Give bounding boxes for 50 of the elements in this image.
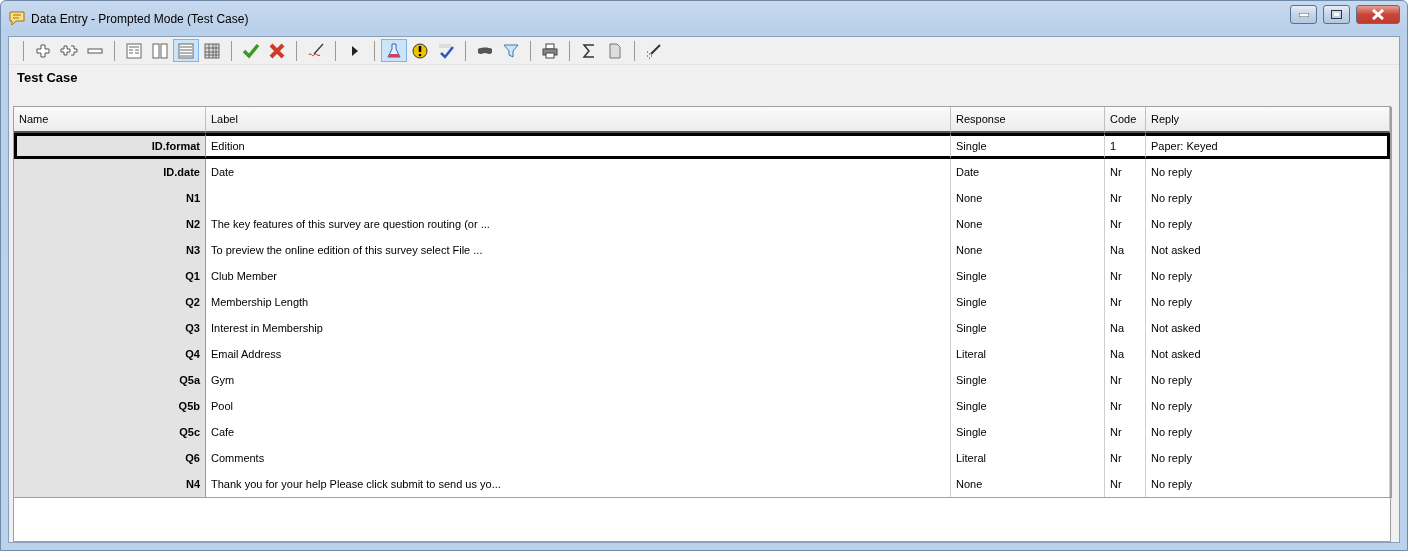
row-name-cell: N3 [14, 237, 206, 263]
filter-icon [502, 41, 520, 60]
row-name-cell: Q6 [14, 445, 206, 471]
plus-icon [34, 41, 52, 60]
form-icon [125, 41, 143, 60]
window-title: Data Entry - Prompted Mode (Test Case) [31, 11, 250, 26]
spellcheck-icon [437, 41, 455, 60]
row-name-cell: Q5a [14, 367, 206, 393]
row-name-cell: N4 [14, 471, 206, 497]
row-name-cell: Q2 [14, 289, 206, 315]
list-icon [177, 41, 195, 60]
column-header[interactable]: Label [206, 107, 951, 133]
row-name-cell: ID.format [14, 133, 206, 159]
check-icon [242, 41, 260, 60]
speech-bubble-icon [9, 11, 25, 26]
case-heading: Test Case [16, 69, 79, 87]
maximize-button[interactable] [1323, 5, 1350, 24]
table-cell: Edition [206, 133, 951, 159]
grid-icon [203, 41, 221, 60]
list-button[interactable] [173, 39, 199, 62]
table-cell: Single [951, 133, 1105, 159]
row-name-cell: Q1 [14, 263, 206, 289]
flask-icon [385, 41, 403, 60]
document-icon [606, 41, 624, 60]
minimize-button[interactable] [1290, 5, 1317, 24]
row-name-cell: ID.date [14, 159, 206, 185]
row-name-cell: N2 [14, 211, 206, 237]
two-panel-icon [151, 41, 169, 60]
row-name-cell: N1 [14, 185, 206, 211]
row-name-cell: Q5c [14, 419, 206, 445]
maximize-icon [1331, 10, 1342, 19]
flask-button[interactable] [381, 39, 407, 62]
row-name-cell: Q5b [14, 393, 206, 419]
column-header[interactable]: Name [14, 107, 206, 133]
close-icon [1371, 9, 1385, 20]
minus-icon [87, 47, 103, 54]
warning-icon [411, 41, 429, 60]
cross-icon [268, 41, 286, 60]
printer-icon [541, 41, 559, 60]
row-name-cell: Q3 [14, 315, 206, 341]
close-button[interactable] [1356, 5, 1400, 24]
column-header[interactable]: Reply [1146, 107, 1390, 133]
wand-icon [645, 41, 663, 60]
play-icon [351, 44, 359, 57]
minimize-icon [1298, 12, 1309, 17]
row-name-cell: Q4 [14, 341, 206, 367]
table-cell: Paper: Keyed [1146, 133, 1390, 159]
column-header[interactable]: Response [951, 107, 1105, 133]
table-cell: 1 [1105, 133, 1146, 159]
column-header[interactable]: Code [1105, 107, 1146, 133]
